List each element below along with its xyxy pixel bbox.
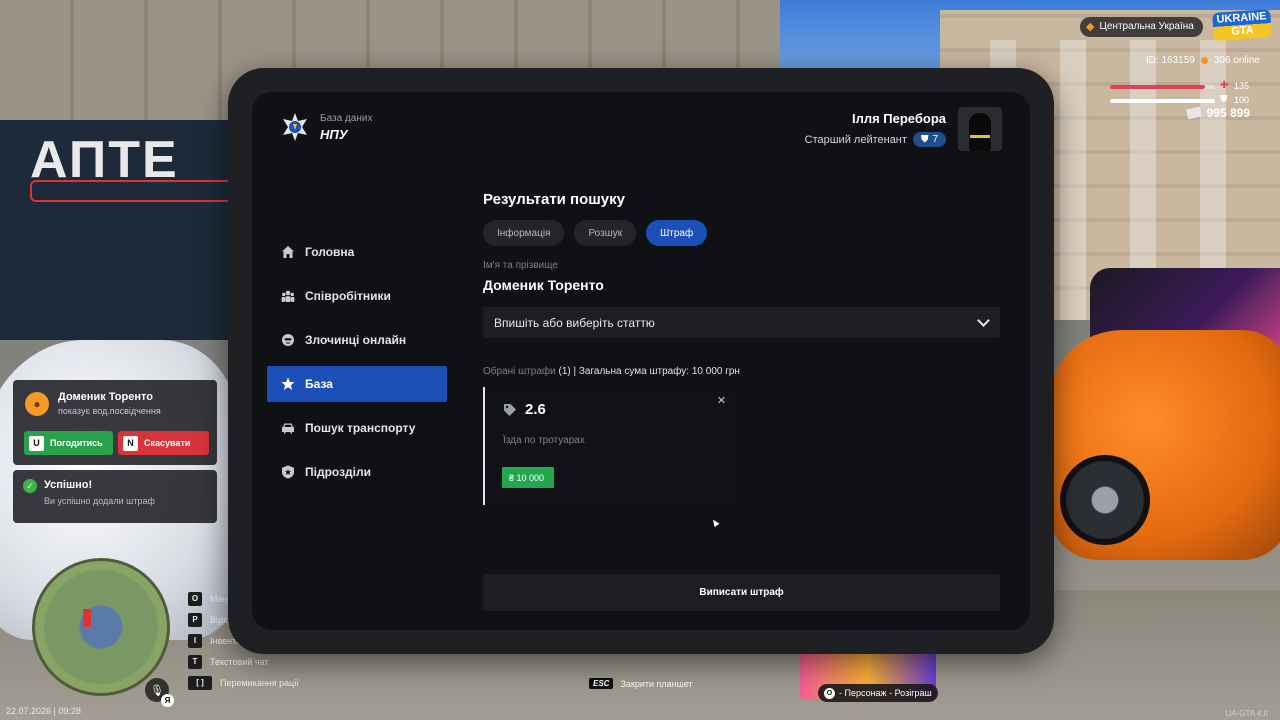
- player-marker-icon: [83, 609, 91, 627]
- car-icon: [282, 423, 294, 434]
- tab-information[interactable]: Інформація: [483, 220, 565, 246]
- game-version: UA-GTA 4.II: [1225, 709, 1268, 718]
- accept-label: Погодитись: [50, 438, 103, 448]
- citizen-name: Доменик Торенто: [483, 277, 604, 293]
- success-notification: ✓ Успішно! Ви успішно додали штраф: [13, 470, 217, 523]
- voice-key: Я: [161, 694, 174, 707]
- summary-prefix: Обрані штрафи: [483, 366, 556, 377]
- tablet-screen: База даних НПУ Ілля Перебора Старший лей…: [252, 92, 1030, 630]
- check-icon: ✓: [23, 479, 37, 493]
- tag-icon: [504, 403, 516, 416]
- server-logo: UKRAINE GTA: [1212, 9, 1272, 41]
- search-results-panel: Результати пошуку Інформація Розшук Штра…: [483, 92, 1003, 630]
- fine-summary: Обрані штрафи (1) | Загальна сума штрафу…: [483, 366, 740, 377]
- chevron-down-icon: [977, 313, 990, 327]
- fine-amount-badge: ₴ 10 000: [502, 467, 555, 488]
- license-request-notification: ● Доменик Торенто показує вод.посвідченн…: [13, 380, 217, 465]
- police-badge-icon: [283, 113, 307, 141]
- article-select-placeholder: Впишіть або виберіть статтю: [494, 315, 655, 330]
- player-id: ID: 163159: [1145, 55, 1195, 66]
- police-tablet: База даних НПУ Ілля Перебора Старший лей…: [228, 68, 1054, 654]
- health-icon: ✚: [1220, 80, 1229, 91]
- issue-fine-button[interactable]: Виписати штраф: [483, 574, 1000, 611]
- article-select[interactable]: Впишіть або виберіть статтю: [483, 307, 1000, 338]
- region-icon: ◆: [1086, 21, 1095, 33]
- nav-item-home[interactable]: Головна: [267, 234, 447, 270]
- user-icon: ●: [25, 392, 49, 416]
- brand-title: НПУ: [320, 126, 348, 142]
- money-value: 995 899: [1206, 106, 1250, 120]
- close-tablet-hint: ESC Закрити планшет: [589, 678, 693, 689]
- star-icon: [281, 377, 295, 390]
- health-value: 135: [1234, 81, 1250, 91]
- people-icon: [281, 290, 295, 302]
- selected-fine-card: ✕ 2.6 Їзда по тротуарах ₴ 10 000: [483, 387, 736, 505]
- tab-wanted[interactable]: Розшук: [574, 220, 637, 246]
- nav-item-database[interactable]: База: [267, 366, 447, 402]
- brand: База даних НПУ: [280, 112, 372, 142]
- armor-icon: ⛊: [1220, 94, 1228, 105]
- online-dot-icon: [1200, 57, 1208, 64]
- nav-item-employees[interactable]: Співробітники: [267, 278, 447, 314]
- armor-bar: [1110, 99, 1215, 103]
- esc-label: Закрити планшет: [620, 678, 693, 689]
- shield-icon: [282, 465, 294, 479]
- accept-key: U: [29, 435, 44, 451]
- promo-caption: O - Персонаж - Розіграш: [818, 684, 938, 702]
- page-title: Результати пошуку: [483, 191, 625, 208]
- money-display: 995 899: [1185, 106, 1250, 120]
- health-bar: [1110, 85, 1215, 89]
- minimap: [32, 558, 170, 696]
- hotkey-item: [ ] Перемикання рації: [188, 672, 299, 693]
- result-tabs: Інформація Розшук Штраф: [483, 220, 708, 246]
- summary-total: (1) | Загальна сума штрафу: 10 000 грн: [558, 366, 740, 377]
- fine-description: Їзда по тротуарах: [503, 435, 585, 446]
- close-icon[interactable]: ✕: [717, 394, 726, 407]
- money-icon: [1185, 106, 1202, 120]
- date-time: 22.07.2026 | 09:28: [6, 706, 81, 716]
- tab-fine[interactable]: Штраф: [646, 220, 708, 246]
- success-title: Успішно!: [44, 479, 93, 491]
- hotkey-item: T Текстовий чат: [188, 651, 299, 672]
- car-wheel: [1060, 455, 1150, 545]
- player-id-line: ID: 163159 306 online: [1146, 55, 1260, 66]
- accept-button[interactable]: U Погодитись: [24, 431, 113, 455]
- home-icon: [282, 246, 294, 258]
- nav-item-criminals[interactable]: Злочинці онлайн: [267, 322, 447, 358]
- esc-key: ESC: [589, 678, 614, 689]
- cancel-key: N: [123, 435, 138, 451]
- success-text: Ви успішно додали штраф: [44, 496, 155, 506]
- name-label: Ім'я та прізвище: [483, 260, 558, 271]
- pharmacy-sign-strip: [30, 180, 240, 202]
- cancel-label: Скасувати: [144, 438, 191, 448]
- fine-article-code: 2.6: [525, 401, 546, 418]
- sidebar: Головна Співробітники Злочинці онлайн Ба…: [267, 234, 447, 498]
- region-indicator: ◆ Центральна Україна: [1080, 17, 1203, 37]
- request-text: показує вод.посвідчення: [58, 406, 161, 416]
- cancel-button[interactable]: N Скасувати: [118, 431, 209, 455]
- requester-name: Доменик Торенто: [58, 391, 153, 403]
- nav-item-vehicle-search[interactable]: Пошук транспорту: [267, 410, 447, 446]
- region-name: Центральна Україна: [1099, 21, 1194, 32]
- online-count: 306 online: [1213, 55, 1260, 66]
- armor-value: 100: [1234, 95, 1250, 105]
- brand-subtitle: База даних: [320, 112, 373, 124]
- nav-item-divisions[interactable]: Підрозділи: [267, 454, 447, 490]
- criminal-icon: [282, 334, 294, 346]
